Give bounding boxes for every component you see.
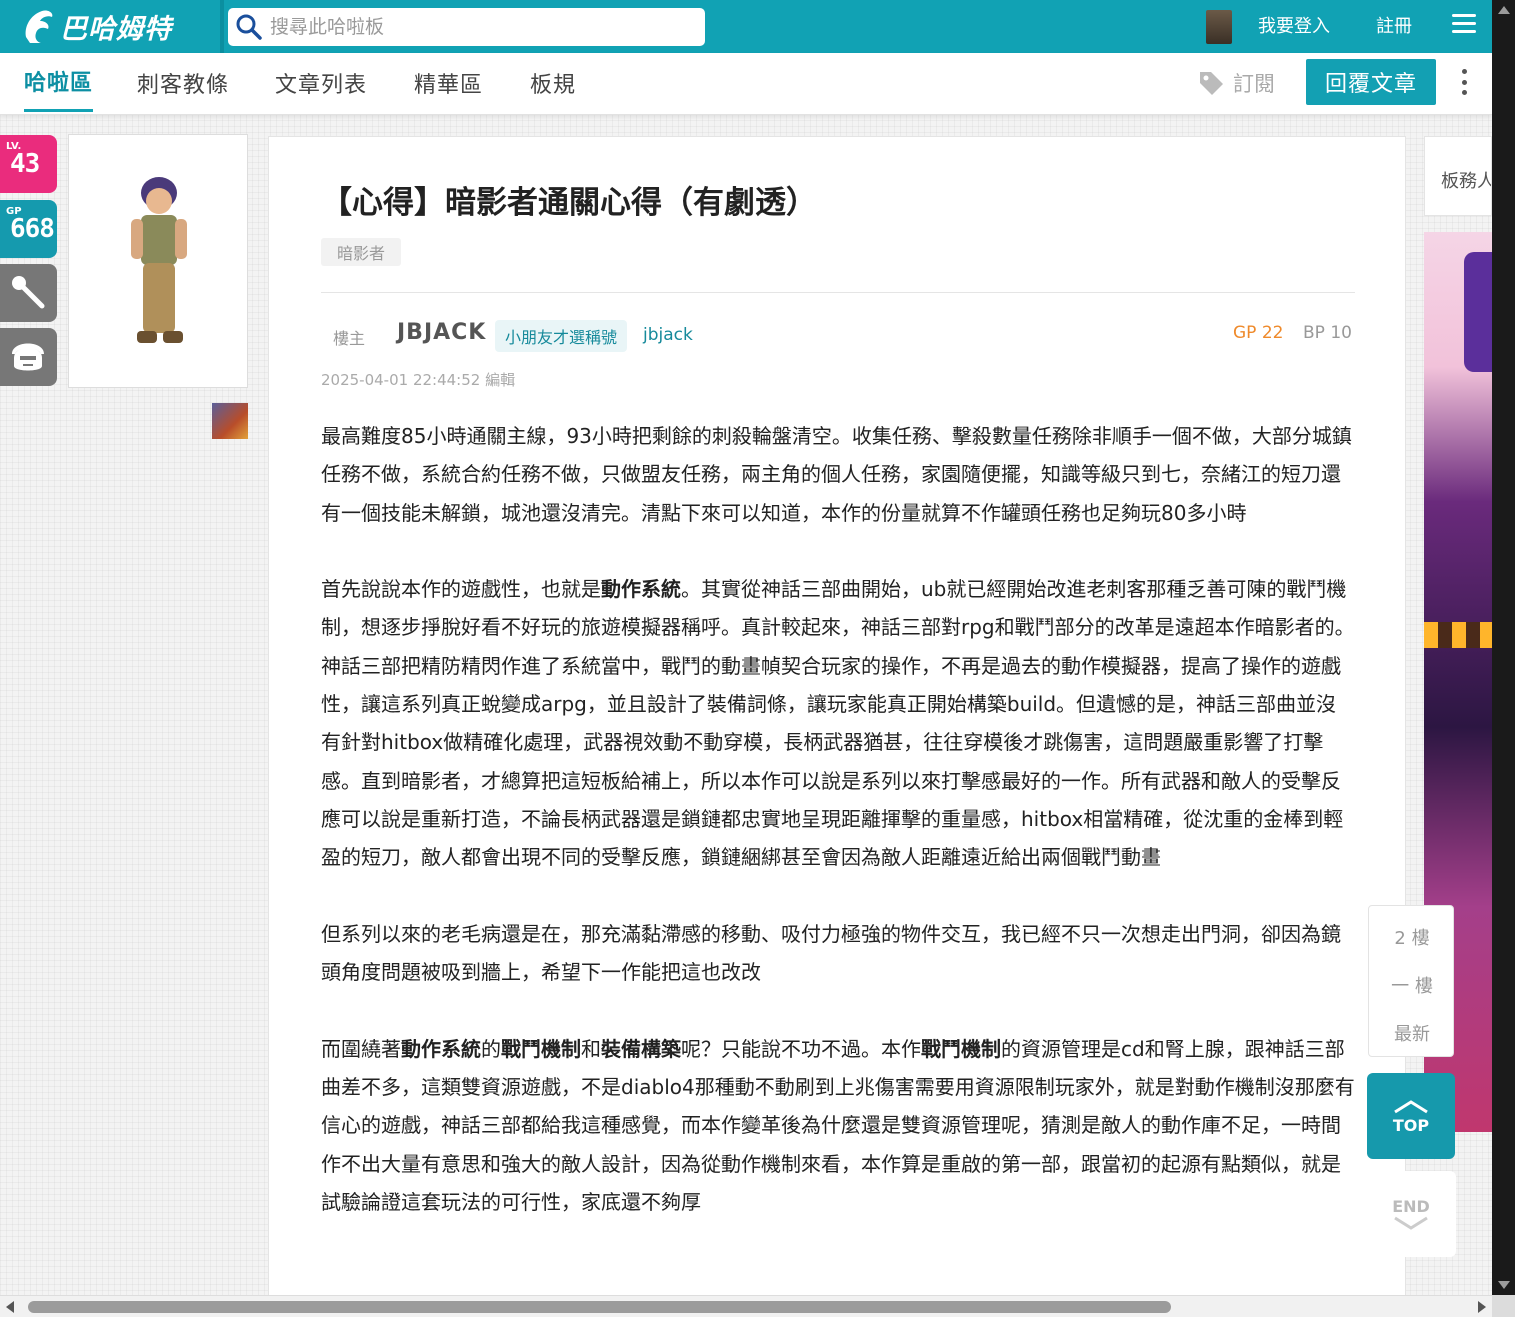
hamburger-menu-icon[interactable] [1452,14,1476,36]
bold-text: 動作系統 [601,577,681,602]
vertical-scrollbar[interactable] [1492,0,1515,1295]
article-body: 最高難度85小時通關主線，93小時把剩餘的刺殺輪盤清空。收集任務、擊殺數量任務除… [321,417,1355,1260]
gp-count[interactable]: GP 22 [1233,323,1283,343]
occupation-badge [0,264,57,322]
tab-rules[interactable]: 板規 [530,53,576,112]
chevron-down-icon [1394,1216,1428,1230]
gp-value: 668 [10,214,55,244]
floor-nav-item[interactable]: 2 樓 [1369,924,1455,950]
race-badge [0,328,57,386]
level-value: 43 [10,149,40,179]
top-avatar[interactable] [1206,10,1232,44]
level-badge: LV. 43 [0,135,57,193]
text-run: 的 [481,1036,501,1061]
face-icon [12,343,44,371]
floor-nav-latest[interactable]: 最新 [1369,1020,1455,1046]
character-sprite-icon [131,177,187,343]
horizontal-scrollbar[interactable] [0,1295,1492,1317]
bold-text: 裝備構築 [601,1036,681,1061]
floor-nav-item[interactable]: 一 樓 [1369,972,1455,998]
tab-hala[interactable]: 哈啦區 [24,53,94,112]
subscribe-label: 訂閱 [1233,72,1275,96]
top-bar: 巴哈姆特 我要登入 註冊 [0,0,1492,53]
article-paragraph: 而圍繞著動作系統的戰鬥機制和裝備構築呢？只能說不功不過。本作戰鬥機制的資源管理是… [321,1030,1355,1221]
search-box [228,8,705,46]
text-run: 最高難度85小時通關主線，93小時把剩餘的刺殺輪盤清空。收集任務、擊殺數量任務除… [321,424,1352,525]
bp-count[interactable]: BP 10 [1303,323,1352,343]
author-avatar[interactable] [68,134,248,388]
gp-badge: GP 668 [0,200,57,258]
bold-text: 戰鬥機制 [501,1036,581,1061]
article-paragraph: 最高難度85小時通關主線，93小時把剩餘的刺殺輪盤清空。收集任務、擊殺數量任務除… [321,417,1355,532]
board-admin-label: 板務人員 [1441,171,1491,192]
scroll-down-arrow-icon[interactable] [1498,1281,1510,1289]
tool-icon [12,276,45,309]
author-name[interactable]: JBJACK [397,320,486,345]
horizontal-scroll-thumb[interactable] [28,1301,1171,1313]
text-run: 。其實從神話三部曲開始，ub就已經開始改進老刺客那種乏善可陳的戰鬥機制，想逐步掙… [321,577,1355,870]
scroll-top-button[interactable]: TOP [1367,1073,1455,1159]
ad-logo [1464,252,1492,372]
more-options-icon[interactable] [1455,67,1473,97]
board-admin-panel: 板務人員 [1424,136,1492,216]
scroll-up-arrow-icon[interactable] [1498,6,1510,14]
search-icon[interactable] [234,12,264,42]
tab-highlights[interactable]: 精華區 [414,53,483,112]
scroll-end-button[interactable]: END [1366,1171,1456,1257]
floor-navigator: 2 樓 一 樓 最新 [1368,905,1454,1057]
scroll-left-arrow-icon[interactable] [6,1301,14,1313]
text-run: 和 [581,1036,601,1061]
article-tag[interactable]: 暗影者 [321,238,402,266]
post-timestamp: 2025-04-01 22:44:52 編輯 [321,371,516,389]
article-paragraph: 但系列以來的老毛病還是在，那充滿黏滯感的移動、吸付力極強的物件交互，我已經不只一… [321,915,1355,992]
login-link[interactable]: 我要登入 [1258,12,1330,38]
logo-text: 巴哈姆特 [60,13,172,45]
text-run: 但系列以來的老毛病還是在，那充滿黏滯感的移動、吸付力極強的物件交互，我已經不只一… [321,921,1341,985]
reply-button[interactable]: 回覆文章 [1306,59,1436,105]
register-link[interactable]: 註冊 [1376,12,1412,38]
divider [321,292,1355,293]
chevron-up-icon [1394,1099,1428,1113]
text-run: 而圍繞著 [321,1036,401,1061]
search-input[interactable] [270,12,670,42]
article-title: 【心得】暗影者通關心得（有劇透） [321,185,817,221]
author-title-badge: 小朋友才選稱號 [495,320,628,352]
vertical-scroll-thumb[interactable] [1496,22,1511,1272]
article-paragraph: 首先說說本作的遊戲性，也就是動作系統。其實從神話三部曲開始，ub就已經開始改進老… [321,570,1355,876]
bold-text: 戰鬥機制 [921,1036,1001,1061]
subscribe-button[interactable]: 訂閱 [1197,61,1275,105]
article-post: 【心得】暗影者通關心得（有劇透） 暗影者 樓主 JBJACK 小朋友才選稱號 j… [268,136,1406,1296]
text-run: 的資源管理是cd和腎上腺，跟神話三部曲差不多，這類雙資源遊戲，不是diablo4… [321,1036,1355,1214]
tab-article-list[interactable]: 文章列表 [275,53,367,112]
text-run: 呢？只能說不功不過。本作 [681,1036,921,1061]
site-logo[interactable]: 巴哈姆特 [22,3,172,49]
logo-divider [220,0,224,53]
bold-text: 動作系統 [401,1036,481,1061]
top-label: TOP [1392,1115,1430,1135]
ad-decoration [1424,622,1492,648]
tab-board-name[interactable]: 刺客教條 [137,53,229,112]
tag-icon [1197,69,1225,97]
floor-label: 樓主 [333,329,366,348]
board-nav: 哈啦區 刺客教條 文章列表 精華區 板規 訂閱 回覆文章 [0,53,1492,115]
scrollbar-corner [1492,1295,1515,1317]
text-run: 首先說說本作的遊戲性，也就是 [321,577,601,602]
dragon-logo-icon [22,7,56,45]
end-label: END [1392,1196,1430,1216]
author-id-link[interactable]: jbjack [643,325,693,345]
signature-avatar[interactable] [212,403,248,439]
scroll-right-arrow-icon[interactable] [1478,1301,1486,1313]
